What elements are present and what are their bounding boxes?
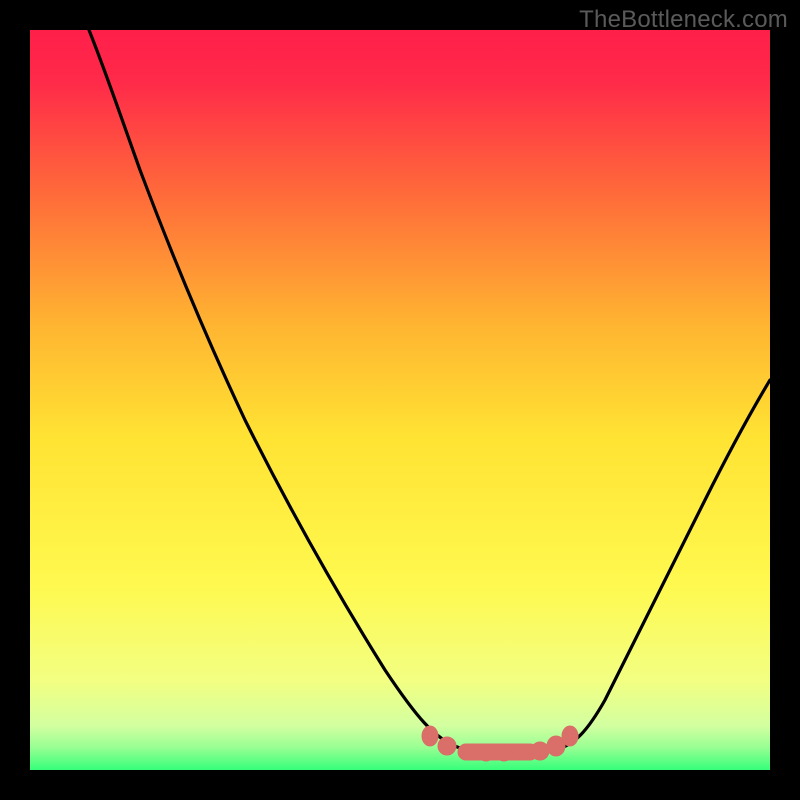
plot-area [30,30,770,770]
chart-container: TheBottleneck.com [0,0,800,800]
curve-layer [30,30,770,770]
watermark-text: TheBottleneck.com [579,6,788,34]
optimal-region-markers [422,726,578,761]
bottleneck-curve [89,30,770,753]
